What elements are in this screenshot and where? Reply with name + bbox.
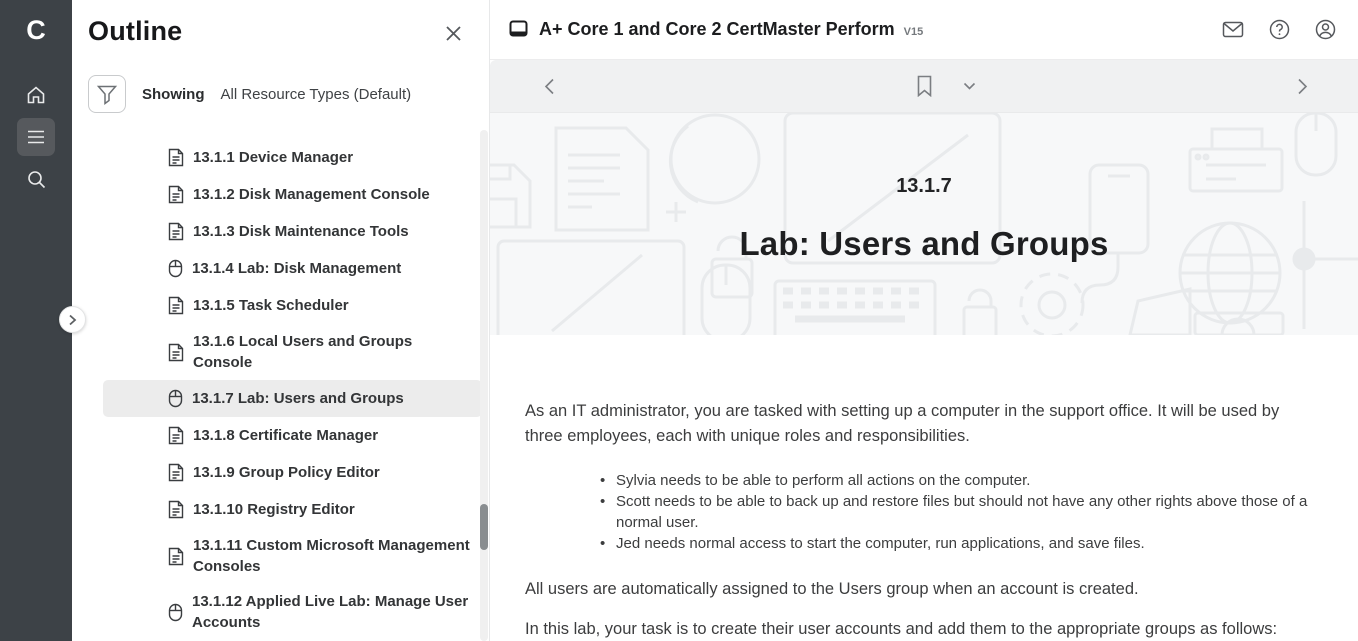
requirement-item: Jed needs normal access to start the com… [600, 533, 1308, 554]
chevron-right-icon [68, 314, 77, 326]
menu-icon [26, 129, 46, 145]
requirement-item: Sylvia needs to be able to perform all a… [600, 470, 1308, 491]
filter-button[interactable] [88, 75, 126, 113]
outline-item-label: 13.1.1 Device Manager [193, 147, 353, 168]
task-paragraph: In this lab, your task is to create thei… [525, 617, 1308, 641]
course-title: A+ Core 1 and Core 2 CertMaster Perform [539, 19, 895, 40]
help-button[interactable] [1267, 17, 1292, 42]
outline-list: 13.1.1 Device Manager 13.1.2 Disk Manage… [103, 139, 482, 640]
course-version-badge: V15 [904, 26, 924, 38]
outline-panel: Outline Showing All Resource Types (Defa… [72, 0, 490, 641]
bookmark-button[interactable] [912, 71, 937, 101]
outline-item-label: 13.1.9 Group Policy Editor [193, 462, 380, 483]
search-button[interactable] [17, 160, 55, 198]
search-icon [26, 169, 47, 190]
outline-item[interactable]: 13.1.12 Applied Live Lab: Manage User Ac… [103, 584, 482, 640]
outline-item-label: 13.1.12 Applied Live Lab: Manage User Ac… [192, 591, 472, 633]
lesson-hero-banner: 13.1.7 Lab: Users and Groups [490, 113, 1358, 335]
account-button[interactable] [1313, 17, 1338, 42]
outline-item[interactable]: 13.1.7 Lab: Users and Groups [103, 380, 482, 417]
document-icon [168, 547, 184, 566]
document-icon [168, 148, 184, 167]
comptia-logo[interactable]: C [26, 10, 46, 50]
outline-menu-button[interactable] [17, 118, 55, 156]
outline-item-label: 13.1.3 Disk Maintenance Tools [193, 221, 409, 242]
document-icon [168, 500, 184, 519]
messages-button[interactable] [1220, 19, 1246, 40]
lab-mouse-icon [168, 603, 183, 622]
outline-item[interactable]: 13.1.1 Device Manager [103, 139, 482, 176]
bookmark-menu-button[interactable] [959, 78, 980, 94]
outline-scrollbar-thumb[interactable] [480, 504, 488, 550]
document-icon [168, 343, 184, 362]
chevron-down-icon [963, 82, 976, 90]
lab-mouse-icon [168, 389, 183, 408]
groups-paragraph: All users are automatically assigned to … [525, 577, 1308, 602]
outline-item-label: 13.1.10 Registry Editor [193, 499, 355, 520]
document-icon [168, 426, 184, 445]
lab-mouse-icon [168, 259, 183, 278]
bookmark-icon [916, 75, 933, 97]
lesson-content: As an IT administrator, you are tasked w… [490, 335, 1358, 641]
ebook-icon [508, 19, 529, 40]
outline-item[interactable]: 13.1.11 Custom Microsoft Management Cons… [103, 528, 482, 584]
outline-item-label: 13.1.5 Task Scheduler [193, 295, 349, 316]
outline-title: Outline [88, 16, 182, 47]
collapse-panel-button[interactable] [59, 306, 86, 333]
course-header: A+ Core 1 and Core 2 CertMaster Perform … [490, 0, 1358, 60]
outline-item[interactable]: 13.1.2 Disk Management Console [103, 176, 482, 213]
outline-item[interactable]: 13.1.10 Registry Editor [103, 491, 482, 528]
previous-lesson-button[interactable] [540, 74, 559, 99]
app-window: C Outline [0, 0, 1358, 641]
outline-item[interactable]: 13.1.4 Lab: Disk Management [103, 250, 482, 287]
outline-item-label: 13.1.7 Lab: Users and Groups [192, 388, 404, 409]
close-icon [444, 24, 463, 43]
outline-item-label: 13.1.2 Disk Management Console [193, 184, 430, 205]
outline-scrollbar-track[interactable] [480, 130, 488, 641]
filter-funnel-icon [96, 84, 118, 105]
main-area: A+ Core 1 and Core 2 CertMaster Perform … [490, 0, 1358, 641]
lesson-title: Lab: Users and Groups [490, 225, 1358, 263]
outline-item-label: 13.1.11 Custom Microsoft Management Cons… [193, 535, 472, 577]
help-icon [1269, 19, 1290, 40]
home-icon [25, 84, 47, 106]
intro-paragraph: As an IT administrator, you are tasked w… [525, 399, 1308, 449]
close-outline-button[interactable] [440, 20, 467, 47]
outline-item-label: 13.1.4 Lab: Disk Management [192, 258, 401, 279]
mail-icon [1222, 21, 1244, 38]
outline-item-label: 13.1.6 Local Users and Groups Console [193, 331, 472, 373]
outline-item[interactable]: 13.1.9 Group Policy Editor [103, 454, 482, 491]
filter-value: All Resource Types (Default) [221, 86, 412, 103]
outline-item[interactable]: 13.1.5 Task Scheduler [103, 287, 482, 324]
home-button[interactable] [17, 76, 55, 114]
account-icon [1315, 19, 1336, 40]
requirement-item: Scott needs to be able to back up and re… [600, 491, 1308, 533]
lesson-toolbar [490, 60, 1358, 113]
document-icon [168, 185, 184, 204]
lesson-number: 13.1.7 [490, 175, 1358, 198]
back-chevron-icon [544, 78, 555, 95]
document-icon [168, 222, 184, 241]
requirements-list: Sylvia needs to be able to perform all a… [525, 470, 1308, 554]
document-icon [168, 463, 184, 482]
outline-item[interactable]: 13.1.8 Certificate Manager [103, 417, 482, 454]
outline-item[interactable]: 13.1.3 Disk Maintenance Tools [103, 213, 482, 250]
showing-label: Showing [142, 86, 205, 103]
next-chevron-icon [1297, 78, 1308, 95]
header-actions [1220, 17, 1338, 42]
document-icon [168, 296, 184, 315]
next-lesson-button[interactable] [1293, 74, 1312, 99]
filter-row: Showing All Resource Types (Default) [88, 75, 489, 113]
outline-item[interactable]: 13.1.6 Local Users and Groups Console [103, 324, 482, 380]
outline-item-label: 13.1.8 Certificate Manager [193, 425, 378, 446]
